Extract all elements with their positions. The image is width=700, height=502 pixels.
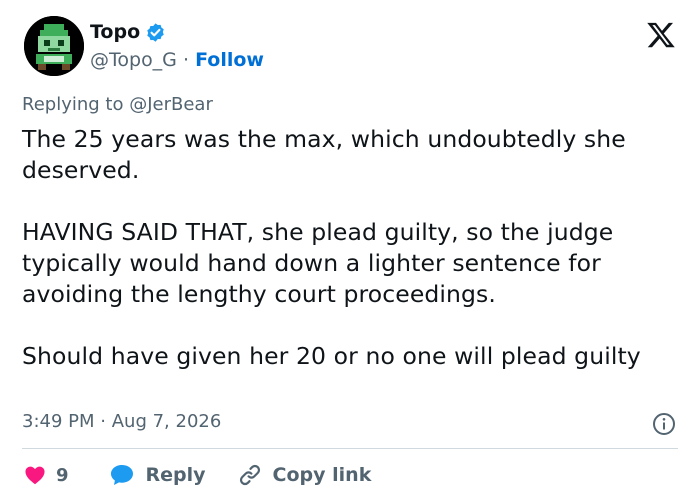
link-icon	[238, 463, 262, 487]
author-handle[interactable]: @Topo_G	[90, 49, 177, 71]
reply-label: Reply	[145, 464, 206, 486]
info-icon[interactable]	[652, 412, 676, 436]
copy-link-label: Copy link	[272, 464, 372, 486]
tweet-text: The 25 years was the max, which undoubte…	[22, 125, 641, 370]
tweet-date: Aug 7, 2026	[111, 411, 222, 432]
copy-link-button[interactable]: Copy link	[238, 463, 372, 487]
replying-to-handle[interactable]: @JerBear	[129, 94, 213, 115]
x-logo-icon[interactable]	[646, 20, 676, 50]
replying-to-prefix: Replying to	[22, 94, 124, 115]
author-handle-row: @Topo_G · Follow	[90, 49, 264, 71]
reply-button[interactable]: Reply	[109, 463, 206, 487]
handle-separator: ·	[182, 49, 190, 71]
tweet-actions: 9 Reply Copy link	[24, 461, 371, 489]
tweet-time: 3:49 PM	[22, 411, 95, 432]
actions-divider	[22, 448, 678, 449]
replying-to: Replying to @JerBear	[22, 94, 213, 115]
like-count: 9	[56, 464, 69, 486]
author-name[interactable]: Topo	[90, 21, 140, 43]
avatar[interactable]	[24, 16, 84, 76]
avatar-image	[24, 16, 84, 76]
like-button[interactable]: 9	[24, 465, 69, 486]
speech-bubble-icon	[109, 463, 135, 487]
tweet-timestamp[interactable]: 3:49 PM · Aug 7, 2026	[22, 411, 221, 432]
heart-icon	[24, 465, 46, 485]
tweet-header: Topo @Topo_G · Follow	[24, 16, 676, 80]
verified-badge-icon	[145, 22, 166, 43]
author-name-row: Topo	[90, 21, 166, 43]
timestamp-separator: ·	[100, 411, 106, 432]
follow-button[interactable]: Follow	[195, 49, 264, 71]
